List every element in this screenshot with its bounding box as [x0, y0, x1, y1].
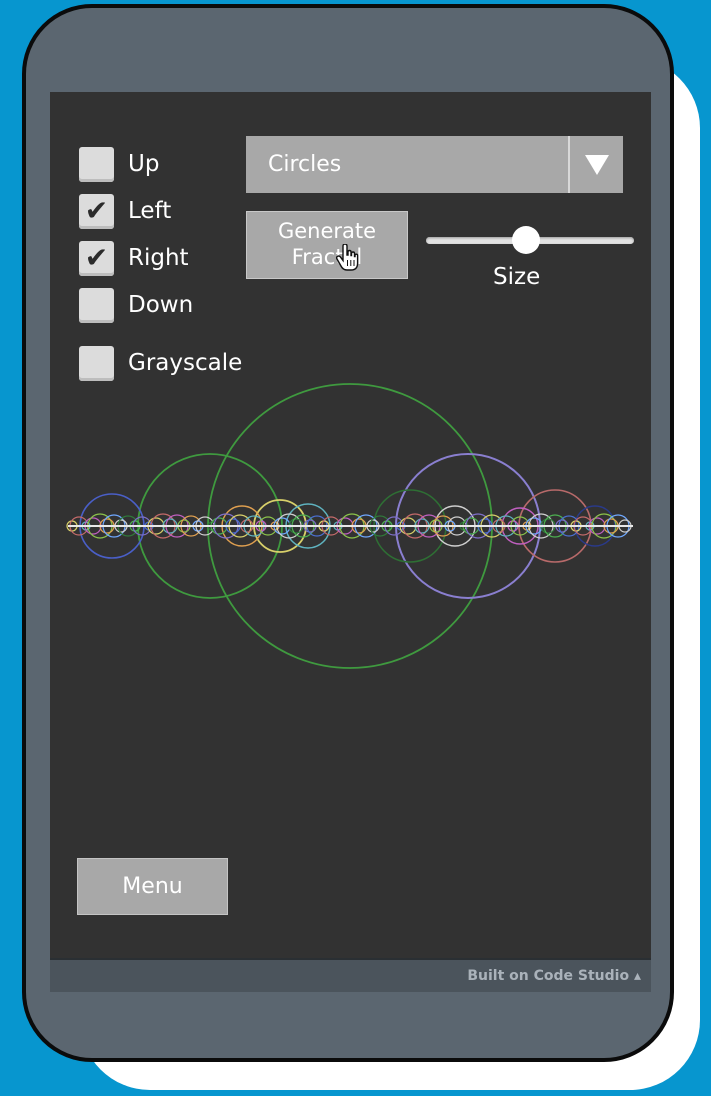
check-icon: ✔ — [84, 241, 109, 274]
checkbox-up[interactable] — [79, 146, 114, 182]
checkbox-right[interactable]: ✔ — [79, 240, 114, 276]
fractal-canvas — [66, 383, 633, 669]
checkbox-label-down: Down — [128, 292, 194, 318]
generate-button-line2: Fractal — [291, 245, 363, 269]
shape-dropdown-value: Circles — [268, 152, 342, 177]
checkbox-down[interactable] — [79, 287, 114, 323]
phone-frame: Up ✔ Left ✔ Right Down Grayscale Circles — [22, 4, 674, 1062]
generate-button-line1: Generate — [277, 219, 377, 243]
size-slider-label: Size — [493, 264, 541, 290]
triangle-down-icon[interactable] — [568, 136, 623, 193]
checkbox-label-right: Right — [128, 245, 189, 271]
checkbox-row-down[interactable]: Down — [79, 287, 193, 323]
built-on-code-studio-link[interactable]: Built on Code Studio ▴ — [467, 968, 641, 984]
checkbox-row-right[interactable]: ✔ Right — [79, 240, 189, 276]
generate-fractal-button[interactable]: Generate Fractal — [246, 211, 408, 279]
size-slider-thumb[interactable] — [512, 226, 541, 254]
checkbox-row-up[interactable]: Up — [79, 146, 159, 182]
checkbox-label-left: Left — [128, 198, 172, 224]
menu-button[interactable]: Menu — [77, 858, 228, 915]
hand-pointer-icon — [335, 243, 359, 276]
check-icon: ✔ — [84, 194, 109, 227]
checkbox-left[interactable]: ✔ — [79, 193, 114, 229]
app-screen: Up ✔ Left ✔ Right Down Grayscale Circles — [50, 92, 651, 958]
size-slider[interactable] — [426, 226, 634, 254]
footer-bar: Built on Code Studio ▴ — [50, 958, 651, 992]
shape-dropdown[interactable]: Circles — [246, 136, 623, 193]
checkbox-row-left[interactable]: ✔ Left — [79, 193, 171, 229]
checkbox-label-up: Up — [128, 151, 160, 177]
